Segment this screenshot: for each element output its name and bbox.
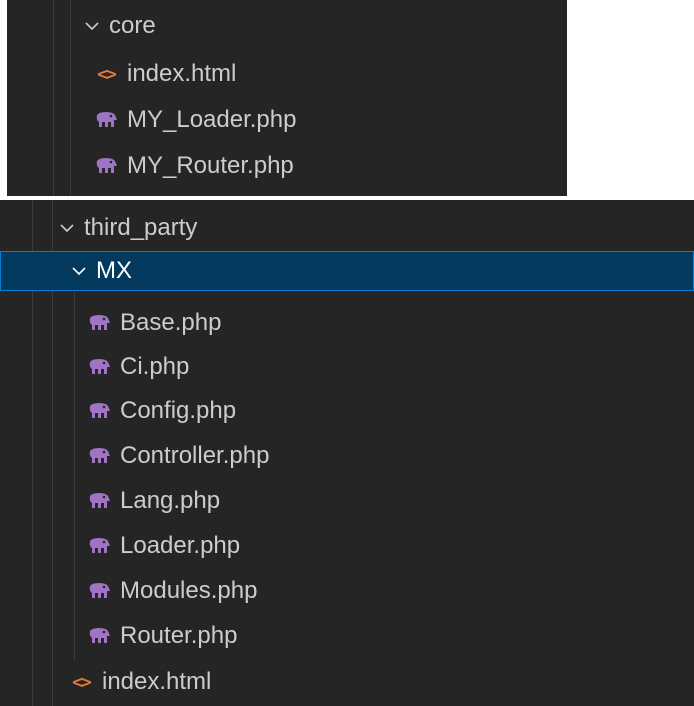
file-row-loader-php[interactable]: Loader.php [0, 524, 694, 568]
php-elephant-icon [93, 109, 119, 131]
file-label: Modules.php [120, 577, 258, 604]
explorer-panel-bottom: third_party MX Base.php Ci.php Config.ph… [0, 200, 694, 706]
php-elephant-icon [86, 312, 112, 334]
file-row-modules-php[interactable]: Modules.php [0, 569, 694, 613]
php-elephant-icon [86, 490, 112, 512]
php-elephant-icon [86, 400, 112, 422]
file-row-lang-php[interactable]: Lang.php [0, 479, 694, 523]
file-row-controller-php[interactable]: Controller.php [0, 434, 694, 478]
chevron-down-icon [81, 15, 103, 37]
file-label: Controller.php [120, 442, 270, 469]
php-elephant-icon [86, 356, 112, 378]
file-label: Lang.php [120, 487, 221, 514]
file-row-my-router-php[interactable]: MY_Router.php [7, 144, 567, 188]
folder-row-third-party[interactable]: third_party [0, 208, 694, 248]
file-label: Base.php [120, 309, 222, 336]
file-label: index.html [102, 668, 212, 695]
file-row-ci-php[interactable]: Ci.php [0, 345, 694, 389]
file-row-index-html[interactable]: <> index.html [7, 52, 567, 96]
explorer-panel-top: core <> index.html MY_Loader.php MY_Rout… [7, 0, 567, 196]
folder-row-core[interactable]: core [7, 6, 567, 46]
file-row-router-php[interactable]: Router.php [0, 614, 694, 658]
chevron-down-icon [56, 217, 78, 239]
file-row-my-loader-php[interactable]: MY_Loader.php [7, 98, 567, 142]
php-elephant-icon [86, 580, 112, 602]
php-elephant-icon [86, 625, 112, 647]
html-code-icon: <> [97, 63, 117, 85]
file-label: index.html [127, 60, 237, 87]
folder-row-mx[interactable]: MX [0, 251, 694, 291]
file-row-index-html[interactable]: <> index.html [0, 660, 694, 704]
file-label: Ci.php [120, 353, 190, 380]
file-label: Router.php [120, 622, 238, 649]
file-row-base-php[interactable]: Base.php [0, 301, 694, 345]
html-code-icon: <> [72, 671, 92, 693]
folder-label: MX [96, 257, 132, 284]
php-elephant-icon [93, 155, 119, 177]
file-label: Loader.php [120, 532, 241, 559]
php-elephant-icon [86, 535, 112, 557]
file-label: MY_Loader.php [127, 106, 297, 133]
file-label: MY_Router.php [127, 152, 294, 179]
folder-label: core [109, 12, 156, 39]
folder-label: third_party [84, 214, 198, 241]
php-elephant-icon [86, 445, 112, 467]
file-row-config-php[interactable]: Config.php [0, 389, 694, 433]
file-label: Config.php [120, 397, 237, 424]
chevron-down-icon [68, 260, 90, 282]
